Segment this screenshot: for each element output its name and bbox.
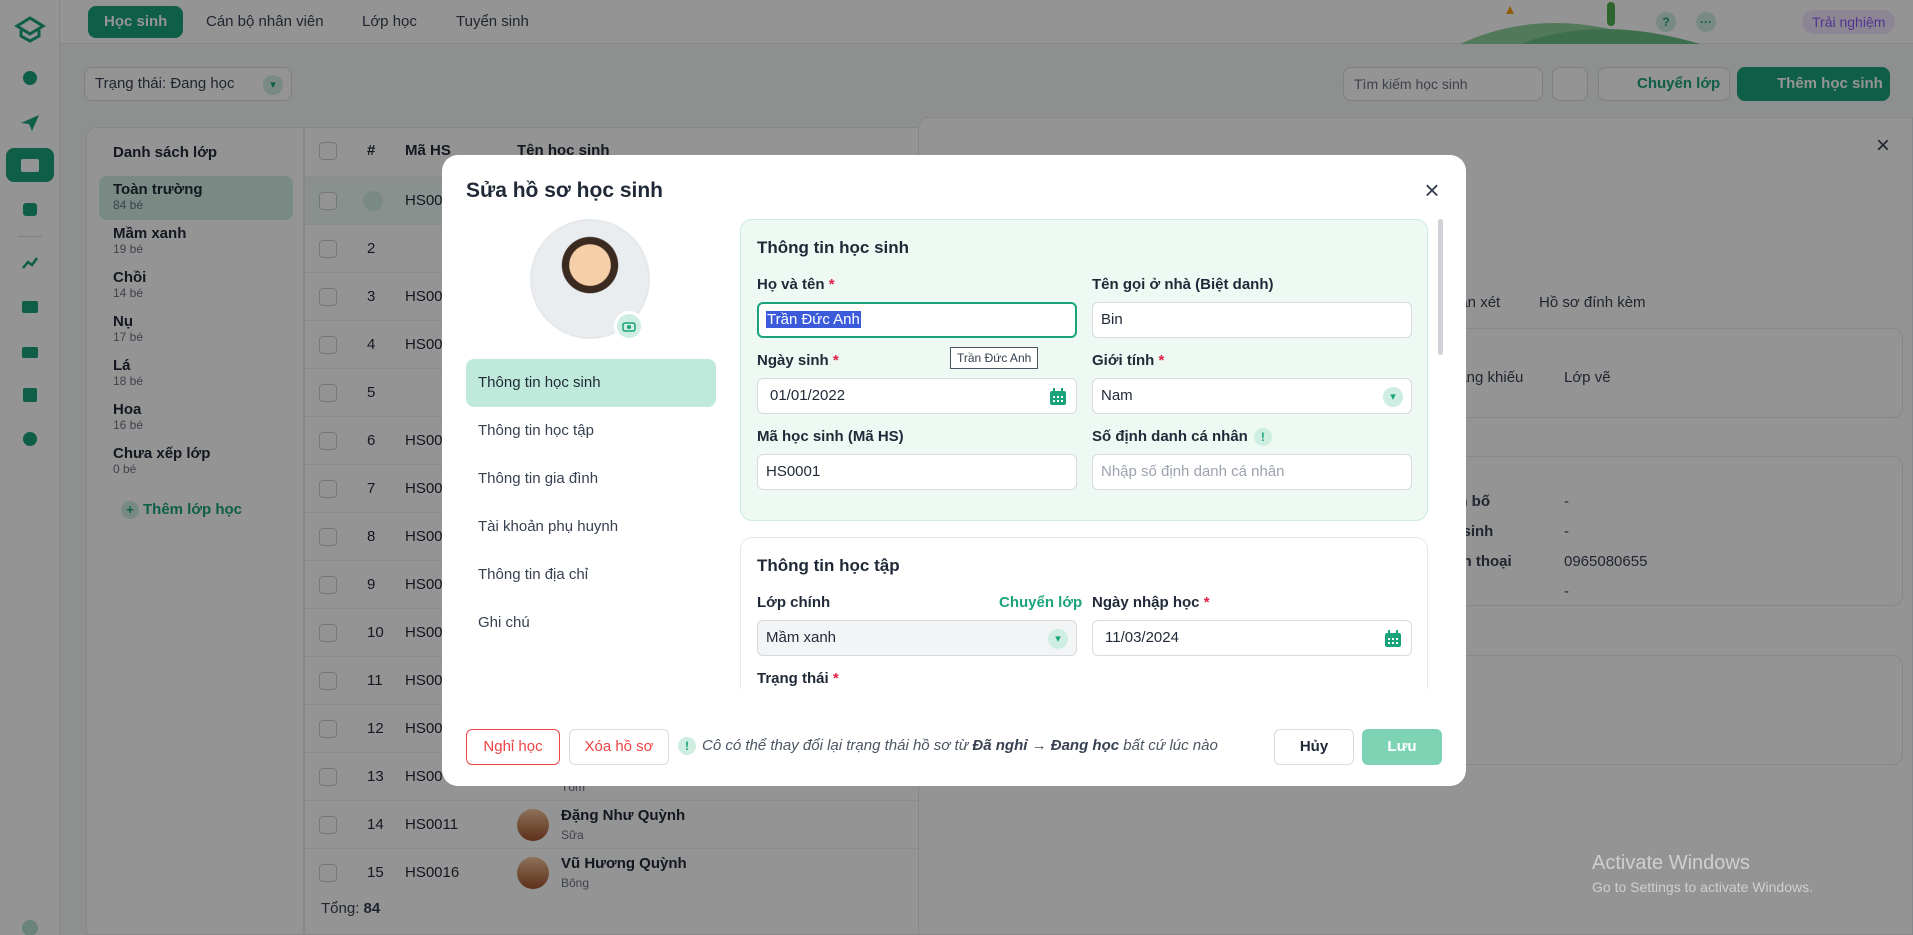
enroll-date-label: Ngày nhập học * [1092, 594, 1210, 611]
watermark-line1: Activate Windows [1592, 852, 1750, 874]
modal-scrollbar[interactable] [1438, 219, 1443, 355]
dob-value: 01/01/2022 [770, 387, 846, 404]
chevron-down-icon: ▾ [1048, 629, 1068, 649]
edit-student-modal: Sửa hồ sơ học sinh × Thông tin học sinh … [442, 155, 1466, 786]
personal-id-label: Số định danh cá nhân! [1092, 428, 1272, 447]
label-text: Trạng thái [757, 670, 829, 687]
main-class-value: Mầm xanh [766, 629, 837, 646]
info-icon[interactable]: ! [1253, 428, 1272, 447]
main-class-label: Lớp chính [757, 594, 831, 611]
status-label: Trạng thái * [757, 670, 839, 687]
modal-content: Thông tin học sinh Họ và tên * Trần Đức … [740, 219, 1430, 689]
calendar-icon[interactable] [1383, 629, 1403, 649]
side-nav-address[interactable]: Thông tin địa chỉ [466, 551, 716, 599]
arrow-icon: → [1031, 737, 1047, 754]
label-text: Ngày nhập học [1092, 594, 1200, 611]
modal-footer: Nghỉ học Xóa hồ sơ ! Cô có thể thay đổi l… [442, 711, 1466, 786]
required-mark: * [832, 352, 839, 369]
full-name-value: Trần Đức Anh [766, 311, 861, 328]
save-button[interactable]: Lưu [1362, 729, 1442, 765]
side-nav-notes[interactable]: Ghi chú [466, 599, 716, 647]
section-title: Thông tin học sinh [757, 238, 910, 257]
required-mark: * [828, 276, 835, 293]
modal-side-nav: Thông tin học sinh Thông tin học tập Thô… [466, 359, 716, 647]
note-to: Đang học [1050, 737, 1120, 754]
enroll-date-value: 11/03/2024 [1105, 629, 1179, 646]
label-text: Họ và tên [757, 276, 825, 293]
side-nav-family-info[interactable]: Thông tin gia đình [466, 455, 716, 503]
required-mark: * [1158, 352, 1165, 369]
watermark-line2: Go to Settings to activate Windows. [1592, 879, 1813, 895]
section-title: Thông tin học tập [757, 556, 900, 575]
nickname-field[interactable]: Bin [1092, 302, 1412, 338]
label-text: Ngày sinh [757, 352, 829, 369]
note-prefix: Cô có thể thay đổi lại trạng thái hồ sơ … [702, 737, 969, 754]
note-from: Đã nghỉ [972, 737, 1028, 754]
label-text: Số định danh cá nhân [1092, 428, 1248, 445]
side-nav-student-info[interactable]: Thông tin học sinh [466, 359, 716, 407]
calendar-icon[interactable] [1048, 387, 1068, 407]
move-class-link[interactable]: Chuyển lớp [999, 594, 1082, 611]
modal-title: Sửa hồ sơ học sinh [466, 179, 663, 202]
note-suffix: bất cứ lúc nào [1123, 737, 1218, 754]
gender-value: Nam [1101, 387, 1133, 404]
personal-id-field[interactable]: Nhập số định danh cá nhân [1092, 454, 1412, 490]
side-nav-study-info[interactable]: Thông tin học tập [466, 407, 716, 455]
label-text: Giới tính [1092, 352, 1155, 369]
leave-school-button[interactable]: Nghỉ học [466, 729, 560, 765]
required-mark: * [1203, 594, 1210, 611]
study-info-section: Thông tin học tập Lớp chính Chuyển lớp M… [740, 537, 1428, 689]
full-name-field[interactable]: Trần Đức Anh [757, 302, 1077, 338]
side-nav-parent-account[interactable]: Tài khoản phụ huynh [466, 503, 716, 551]
cancel-button[interactable]: Hủy [1274, 729, 1354, 765]
student-info-section: Thông tin học sinh Họ và tên * Trần Đức … [740, 219, 1428, 521]
close-icon[interactable]: × [1420, 177, 1444, 203]
dob-field[interactable]: 01/01/2022 [757, 378, 1077, 414]
camera-icon[interactable] [614, 311, 644, 341]
chevron-down-icon: ▾ [1383, 387, 1403, 407]
status-note: ! Cô có thể thay đổi lại trạng thái hồ sơ… [678, 737, 1218, 756]
full-name-label: Họ và tên * [757, 276, 835, 293]
student-code-field[interactable]: HS0001 [757, 454, 1077, 490]
nickname-label: Tên gọi ở nhà (Biệt danh) [1092, 276, 1274, 293]
gender-select[interactable]: Nam ▾ [1092, 378, 1412, 414]
full-name-tooltip: Trần Đức Anh [950, 347, 1039, 369]
student-code-label: Mã học sinh (Mã HS) [757, 428, 904, 445]
main-class-select[interactable]: Mầm xanh ▾ [757, 620, 1077, 656]
gender-label: Giới tính * [1092, 352, 1164, 369]
delete-profile-button[interactable]: Xóa hồ sơ [569, 729, 669, 765]
required-mark: * [832, 670, 839, 687]
enroll-date-field[interactable]: 11/03/2024 [1092, 620, 1412, 656]
windows-watermark: Activate Windows Go to Settings to activ… [1592, 852, 1813, 895]
dob-label: Ngày sinh * [757, 352, 839, 369]
info-icon: ! [678, 737, 696, 756]
